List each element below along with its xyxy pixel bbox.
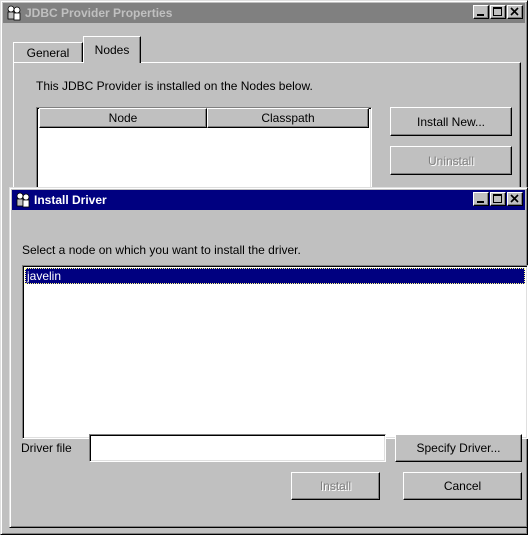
column-header-node-label: Node: [108, 111, 138, 125]
column-header-classpath[interactable]: Classpath: [207, 108, 369, 128]
jdbc-window-title: JDBC Provider Properties: [25, 6, 173, 20]
tab-nodes-label: Nodes: [94, 43, 130, 57]
minimize-icon: [477, 201, 484, 203]
install-new-button[interactable]: Install New...: [390, 107, 512, 136]
tab-general-label: General: [26, 45, 70, 60]
install-driver-titlebar[interactable]: Install Driver: [12, 190, 525, 210]
install-driver-dialog: Install Driver Select a node on which yo…: [9, 187, 528, 528]
install-new-label: Install New...: [416, 114, 486, 129]
people-icon: [7, 5, 21, 21]
dialog-close-button[interactable]: [507, 192, 523, 206]
minimize-button[interactable]: [473, 5, 489, 19]
install-instruction: Select a node on which you want to insta…: [22, 243, 301, 257]
tab-general[interactable]: General: [13, 42, 83, 62]
driver-file-input[interactable]: [89, 434, 386, 462]
install-driver-title: Install Driver: [34, 193, 107, 207]
list-item[interactable]: javelin: [25, 268, 525, 284]
node-list[interactable]: javelin: [22, 265, 528, 439]
specify-driver-label: Specify Driver...: [416, 441, 501, 455]
cancel-button[interactable]: Cancel: [403, 472, 522, 500]
jdbc-window-titlebar[interactable]: JDBC Provider Properties: [3, 3, 525, 23]
tab-nodes[interactable]: Nodes: [83, 36, 141, 63]
minimize-icon: [477, 14, 484, 16]
install-label: Install: [319, 479, 352, 493]
uninstall-button[interactable]: Uninstall: [390, 146, 512, 175]
maximize-icon: [493, 7, 502, 16]
maximize-icon: [493, 194, 502, 203]
nodes-description: This JDBC Provider is installed on the N…: [36, 79, 313, 93]
specify-driver-button[interactable]: Specify Driver...: [395, 434, 522, 462]
maximize-button[interactable]: [490, 5, 506, 19]
cancel-label: Cancel: [443, 479, 482, 493]
driver-file-label: Driver file: [21, 441, 72, 455]
node-javelin-label: javelin: [27, 269, 62, 283]
close-icon: [510, 7, 519, 16]
dialog-maximize-button[interactable]: [490, 192, 506, 206]
people-icon: [16, 192, 30, 208]
column-header-node[interactable]: Node: [39, 108, 207, 128]
close-button[interactable]: [507, 5, 523, 19]
nodes-table[interactable]: Node Classpath: [36, 107, 372, 191]
install-button[interactable]: Install: [291, 472, 380, 500]
close-icon: [510, 194, 519, 203]
column-header-classpath-label: Classpath: [261, 111, 315, 125]
uninstall-label: Uninstall: [427, 153, 475, 168]
dialog-minimize-button[interactable]: [473, 192, 489, 206]
